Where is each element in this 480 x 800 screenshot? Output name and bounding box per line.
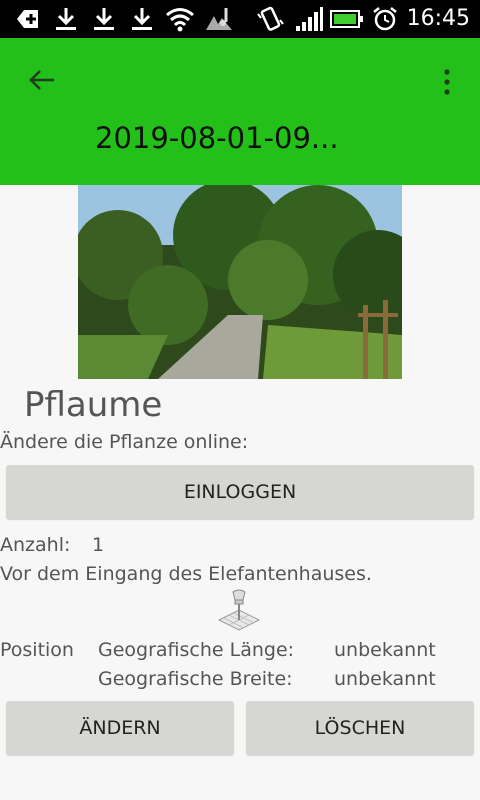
edit-online-label: Ändere die Pflanze online: [0, 431, 249, 453]
count-value: 1 [92, 534, 105, 556]
latitude-label: Geografische Breite: [98, 668, 293, 690]
add-icon [17, 10, 38, 28]
count-label: Anzahl: [0, 534, 71, 556]
app-bar: 2019-08-01-09... [0, 38, 480, 185]
login-button[interactable]: EINLOGGEN [6, 465, 474, 519]
location-pin-icon[interactable] [217, 588, 261, 632]
battery-icon [330, 10, 363, 28]
longitude-label: Geografische Länge: [98, 639, 295, 661]
status-bar: 16:45 [0, 0, 480, 38]
delete-button[interactable]: LÖSCHEN [246, 701, 474, 755]
plant-name: Pflaume [24, 385, 163, 425]
vibrate-icon [257, 6, 284, 31]
download-icon [132, 8, 152, 30]
download-icon [94, 8, 114, 30]
signal-icon [296, 7, 323, 31]
page-title: 2019-08-01-09... [95, 121, 339, 155]
status-time: 16:45 [406, 6, 470, 31]
back-arrow-icon[interactable] [26, 64, 58, 96]
music-icon [206, 8, 232, 30]
plant-description: Vor dem Eingang des Elefantenhauses. [0, 563, 372, 585]
edit-button[interactable]: ÄNDERN [6, 701, 234, 755]
more-options-icon[interactable] [438, 66, 456, 98]
plant-photo[interactable] [78, 185, 402, 379]
latitude-value: unbekannt [334, 668, 436, 690]
longitude-value: unbekannt [334, 639, 436, 661]
alarm-icon [373, 7, 397, 31]
download-icon [56, 8, 76, 30]
wifi-icon [166, 8, 194, 32]
position-label: Position [0, 639, 74, 661]
